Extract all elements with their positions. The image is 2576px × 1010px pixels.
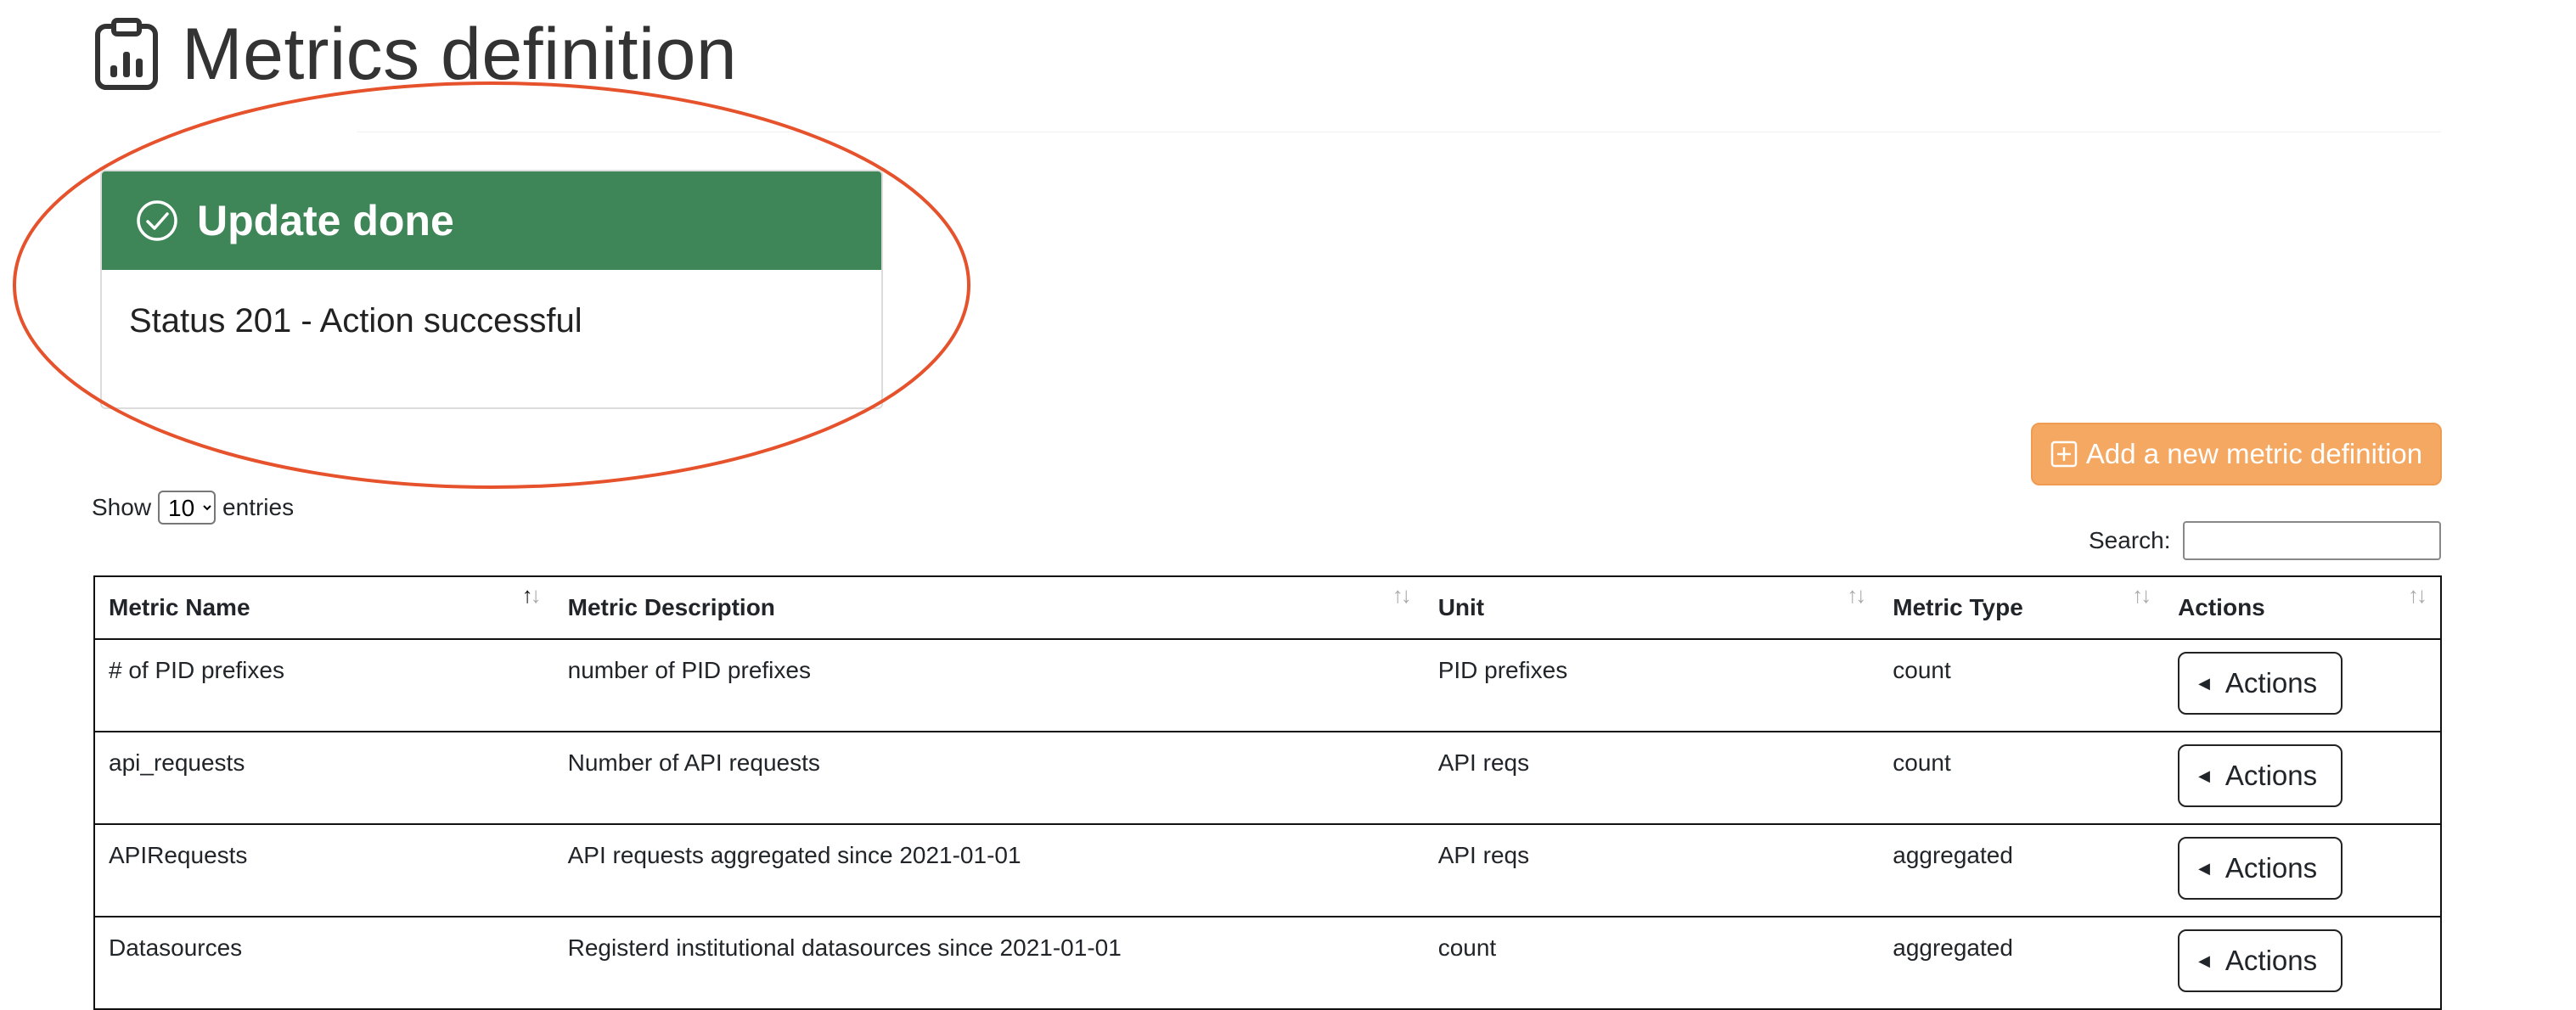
entries-select[interactable]: 10 [158, 491, 217, 525]
entries-length: Show 10 entries [92, 491, 294, 525]
sort-icon: ↑↓ [1392, 582, 1412, 608]
caret-left-icon: ◀ [2198, 766, 2210, 784]
caret-left-icon: ◀ [2198, 859, 2210, 877]
caret-left-icon: ◀ [2198, 674, 2210, 692]
table-row: # of PID prefixes number of PID prefixes… [93, 639, 2442, 732]
actions-dropdown-button[interactable]: ◀ Actions [2178, 837, 2343, 900]
cell-metric-description: Registerd institutional datasources sinc… [554, 917, 1425, 1010]
cell-actions: ◀ Actions [2164, 824, 2442, 917]
cell-metric-name: APIRequests [93, 824, 554, 917]
cell-metric-name: # of PID prefixes [93, 639, 554, 732]
actions-dropdown-button[interactable]: ◀ Actions [2178, 652, 2343, 715]
annotation-ellipse [13, 81, 970, 489]
cell-actions: ◀ Actions [2164, 639, 2442, 732]
length-prefix: Show [92, 494, 152, 520]
sort-icon: ↑↓ [2132, 582, 2151, 608]
column-header-metric-description[interactable]: Metric Description ↑↓ [554, 575, 1425, 640]
cell-metric-description: Number of API requests [554, 732, 1425, 825]
cell-metric-name: api_requests [93, 732, 554, 825]
add-metric-label: Add a new metric definition [2085, 438, 2423, 469]
cell-metric-type: aggregated [1879, 824, 2165, 917]
metrics-table: Metric Name ↑↓ Metric Description ↑↓ Uni… [93, 575, 2442, 1010]
table-row: api_requests Number of API requests API … [93, 732, 2442, 825]
cell-unit: API reqs [1424, 824, 1880, 917]
length-suffix: entries [222, 494, 295, 520]
cell-actions: ◀ Actions [2164, 917, 2442, 1010]
column-header-metric-name[interactable]: Metric Name ↑↓ [93, 575, 554, 640]
cell-metric-description: number of PID prefixes [554, 639, 1425, 732]
plus-square-icon [2050, 440, 2078, 468]
cell-unit: count [1424, 917, 1880, 1010]
cell-metric-name: Datasources [93, 917, 554, 1010]
cell-metric-type: aggregated [1879, 917, 2165, 1010]
cell-metric-type: count [1879, 732, 2165, 825]
cell-metric-description: API requests aggregated since 2021-01-01 [554, 824, 1425, 917]
caret-left-icon: ◀ [2198, 951, 2210, 969]
cell-actions: ◀ Actions [2164, 732, 2442, 825]
table-row: APIRequests API requests aggregated sinc… [93, 824, 2442, 917]
sort-icon: ↑↓ [521, 582, 542, 608]
column-header-actions[interactable]: Actions ↑↓ [2164, 575, 2442, 640]
cell-metric-type: count [1879, 639, 2165, 732]
cell-unit: API reqs [1424, 732, 1880, 825]
actions-dropdown-button[interactable]: ◀ Actions [2178, 744, 2343, 807]
sort-icon: ↑↓ [1847, 582, 1866, 608]
search-label: Search: [2089, 527, 2171, 553]
actions-dropdown-button[interactable]: ◀ Actions [2178, 929, 2343, 992]
cell-unit: PID prefixes [1424, 639, 1880, 732]
add-metric-button[interactable]: Add a new metric definition [2031, 423, 2442, 485]
table-header-row: Metric Name ↑↓ Metric Description ↑↓ Uni… [93, 575, 2442, 640]
sort-icon: ↑↓ [2408, 582, 2427, 608]
search-input[interactable] [2182, 521, 2441, 560]
table-row: Datasources Registerd institutional data… [93, 917, 2442, 1010]
column-header-metric-type[interactable]: Metric Type ↑↓ [1879, 575, 2165, 640]
table-search: Search: [2089, 521, 2441, 560]
column-header-unit[interactable]: Unit ↑↓ [1424, 575, 1880, 640]
